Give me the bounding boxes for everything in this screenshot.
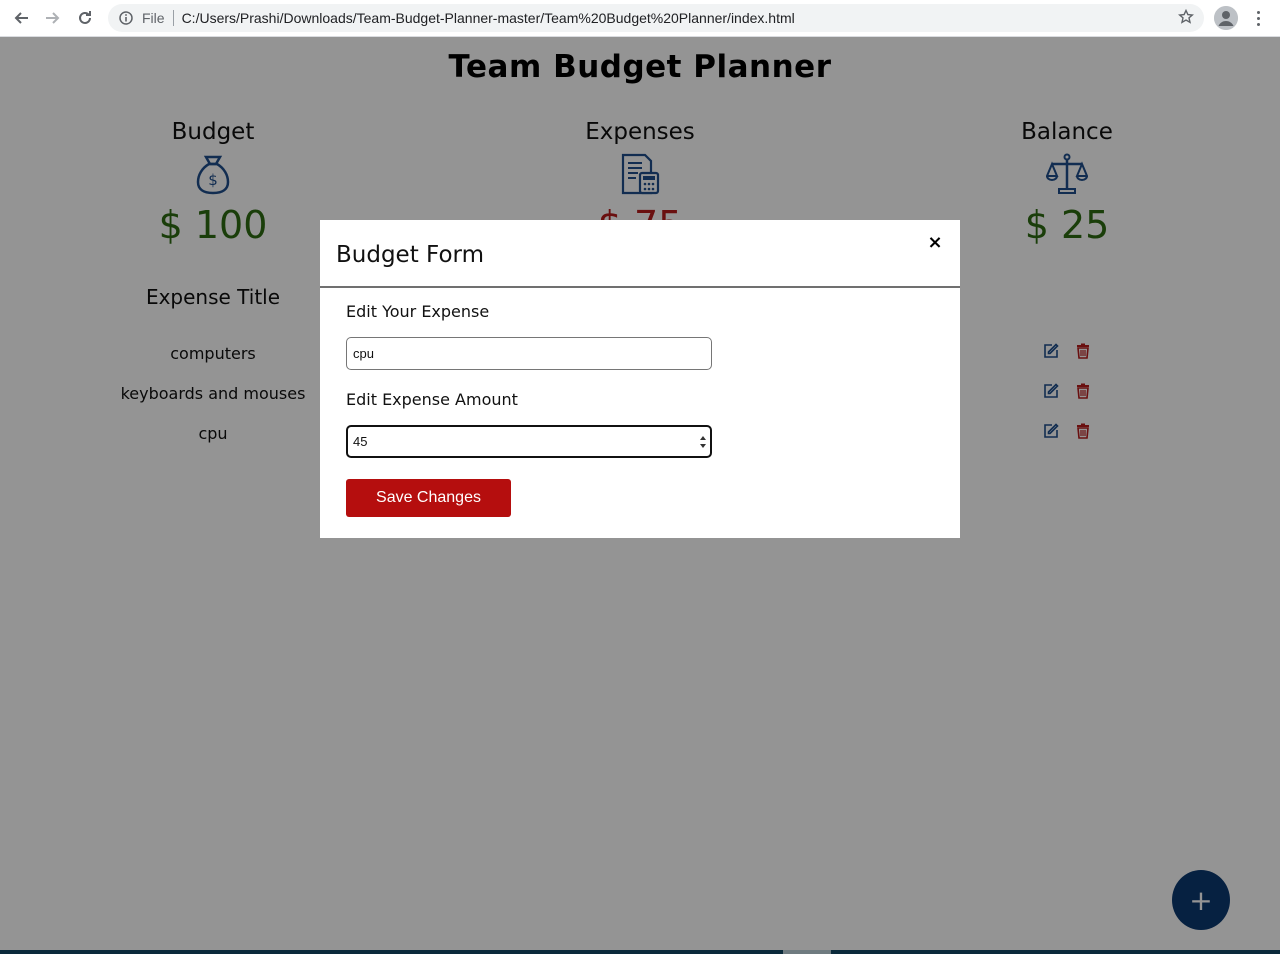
modal-title: Budget Form [336, 242, 484, 268]
modal-header: Budget Form × [320, 220, 960, 288]
url-text[interactable]: C:/Users/Prashi/Downloads/Team-Budget-Pl… [182, 10, 795, 26]
back-arrow-icon [14, 12, 28, 24]
number-spinner-icon[interactable] [698, 434, 708, 450]
bottom-scrollbar [0, 950, 1280, 954]
profile-icon[interactable] [1214, 6, 1238, 30]
save-changes-button[interactable]: Save Changes [346, 479, 511, 517]
reload-icon [79, 11, 91, 24]
back-button[interactable] [5, 2, 37, 34]
address-separator [172, 10, 174, 26]
expense-title-label: Edit Your Expense [346, 302, 490, 321]
info-icon[interactable] [118, 10, 134, 26]
expense-amount-label: Edit Expense Amount [346, 390, 518, 409]
more-vert-icon[interactable] [1248, 6, 1268, 30]
budget-form-modal: Budget Form × Edit Your Expense Edit Exp… [320, 220, 960, 538]
forward-arrow-icon [46, 12, 60, 24]
file-scheme-label: File [142, 10, 165, 26]
close-icon[interactable]: × [926, 232, 944, 253]
star-icon[interactable] [1178, 8, 1194, 28]
reload-button[interactable] [69, 2, 101, 34]
browser-toolbar: File C:/Users/Prashi/Downloads/Team-Budg… [0, 0, 1280, 37]
address-bar[interactable]: File C:/Users/Prashi/Downloads/Team-Budg… [108, 4, 1204, 32]
forward-button[interactable] [37, 2, 69, 34]
expense-amount-input[interactable] [346, 425, 712, 458]
expense-title-input[interactable] [346, 337, 712, 370]
